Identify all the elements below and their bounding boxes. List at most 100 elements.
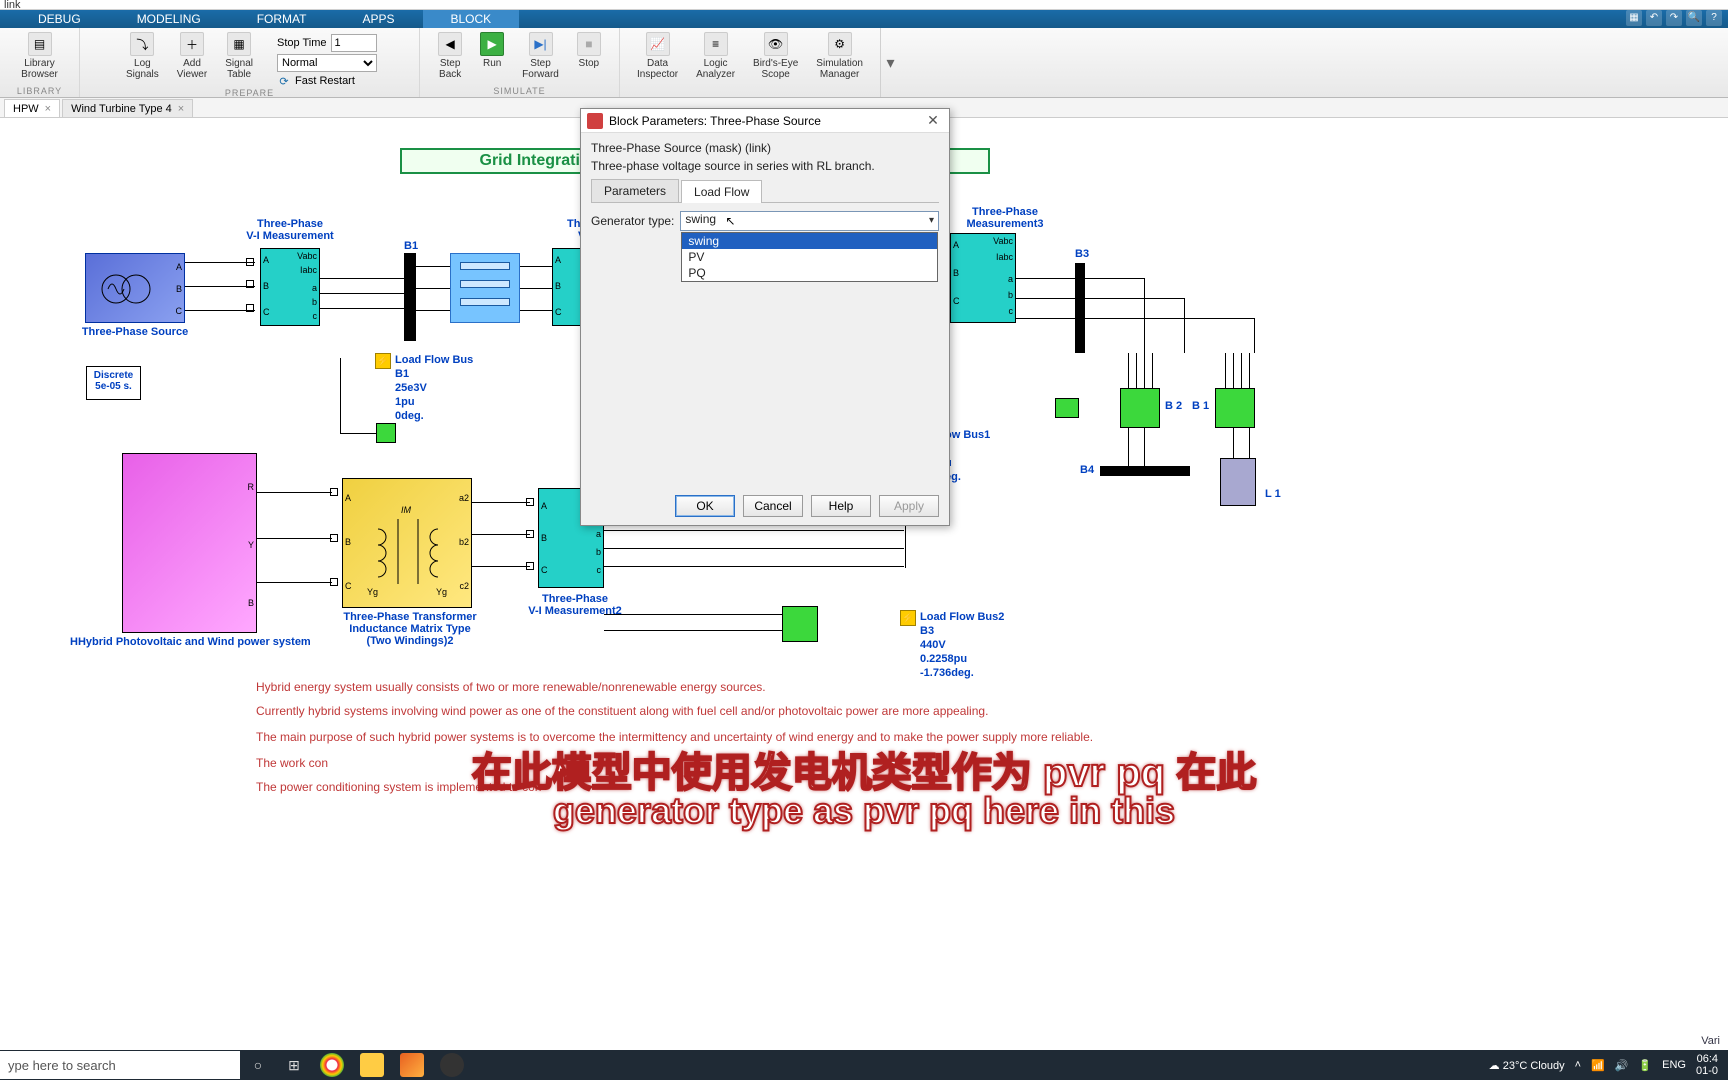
wire bbox=[185, 310, 255, 311]
battery-icon[interactable]: 🔋 bbox=[1638, 1059, 1652, 1072]
tab-modeling[interactable]: MODELING bbox=[109, 10, 229, 28]
language-indicator[interactable]: ENG bbox=[1662, 1059, 1686, 1071]
opt-pq[interactable]: PQ bbox=[682, 265, 937, 281]
toolstrip-more-button[interactable]: ▾ bbox=[880, 28, 900, 97]
apply-button[interactable]: Apply bbox=[879, 495, 939, 517]
tab-format[interactable]: FORMAT bbox=[229, 10, 335, 28]
block-parameters-dialog[interactable]: Block Parameters: Three-Phase Source ✕ T… bbox=[580, 108, 950, 526]
explorer-icon[interactable] bbox=[352, 1051, 392, 1079]
sim-manager-button[interactable]: ⚙ Simulation Manager bbox=[812, 30, 867, 82]
stop-time-input[interactable] bbox=[331, 34, 377, 52]
file-tab-wind[interactable]: Wind Turbine Type 4 × bbox=[62, 99, 193, 117]
opt-swing[interactable]: swing bbox=[682, 233, 937, 249]
step-forward-button[interactable]: ▶| Step Forward bbox=[518, 30, 563, 82]
dialog-title-text: Block Parameters: Three-Phase Source bbox=[609, 114, 821, 128]
b2-label: B 2 bbox=[1165, 400, 1182, 412]
lfb-term[interactable] bbox=[376, 423, 396, 443]
tab-debug[interactable]: DEBUG bbox=[10, 10, 109, 28]
wire bbox=[320, 293, 404, 294]
wire bbox=[1085, 298, 1185, 299]
system-tray[interactable]: ☁ 23°C Cloudy ˄ 📶 🔊 🔋 ENG 06:401-0 bbox=[1489, 1053, 1728, 1077]
step-fwd-icon: ▶| bbox=[529, 32, 553, 56]
windows-taskbar[interactable]: ype here to search ○ ⊞ ☁ 23°C Cloudy ˄ 📶… bbox=[0, 1050, 1728, 1080]
vi-meas-block[interactable]: A B C Vabc Iabc a b c bbox=[260, 248, 320, 326]
birds-eye-button[interactable]: 👁 Bird's-Eye Scope bbox=[749, 30, 802, 82]
taskview-icon[interactable]: ⊞ bbox=[276, 1051, 312, 1079]
dialog-titlebar[interactable]: Block Parameters: Three-Phase Source ✕ bbox=[581, 109, 949, 133]
taskbar-search[interactable]: ype here to search bbox=[0, 1051, 240, 1079]
bus-b4[interactable] bbox=[1100, 466, 1190, 476]
bus-b1[interactable] bbox=[404, 253, 416, 341]
wire bbox=[1152, 353, 1153, 388]
library-browser-button[interactable]: ▤ Library Browser bbox=[17, 30, 62, 82]
group-simulate-label: SIMULATE bbox=[493, 86, 545, 96]
ribbon-tabs: DEBUG MODELING FORMAT APPS BLOCK ▦ ↶ ↷ 🔍… bbox=[0, 10, 1728, 28]
hybrid-label: HHybrid Photovoltaic and Wind power syst… bbox=[70, 636, 310, 648]
lfb-icon[interactable]: ⚡ bbox=[375, 353, 391, 369]
clock[interactable]: 06:401-0 bbox=[1696, 1053, 1718, 1077]
scope-block[interactable] bbox=[782, 606, 818, 642]
volume-icon[interactable]: 🔊 bbox=[1615, 1059, 1629, 1072]
wire bbox=[604, 630, 782, 631]
ribbon-icon-undo[interactable]: ↶ bbox=[1646, 10, 1662, 26]
xfmr-block[interactable]: A B C a2 b2 c2 IM Yg Yg bbox=[342, 478, 472, 608]
ok-button[interactable]: OK bbox=[675, 495, 735, 517]
stop-button[interactable]: ■ Stop bbox=[573, 30, 605, 71]
l1-label: L 1 bbox=[1265, 488, 1281, 500]
wire bbox=[1016, 298, 1076, 299]
block-b1r[interactable] bbox=[1215, 388, 1255, 428]
obs-icon[interactable] bbox=[432, 1051, 472, 1079]
help-button[interactable]: Help bbox=[811, 495, 871, 517]
wire bbox=[1136, 353, 1137, 388]
run-button[interactable]: ▶ Run bbox=[476, 30, 508, 71]
wire bbox=[604, 548, 904, 549]
rl-block[interactable] bbox=[450, 253, 520, 323]
tab-apps[interactable]: APPS bbox=[334, 10, 422, 28]
data-inspector-button[interactable]: 📈 Data Inspector bbox=[633, 30, 682, 82]
scope-block-small[interactable] bbox=[1055, 398, 1079, 418]
sim-mode-select[interactable]: Normal bbox=[277, 54, 377, 72]
powergui-block[interactable]: Discrete 5e-05 s. bbox=[86, 366, 141, 400]
cancel-button[interactable]: Cancel bbox=[743, 495, 803, 517]
gen-type-dropdown[interactable]: swing PV PQ bbox=[681, 232, 938, 282]
wire bbox=[1184, 298, 1185, 353]
hybrid-block[interactable]: R Y B bbox=[122, 453, 257, 633]
dialog-tab-parameters[interactable]: Parameters bbox=[591, 179, 679, 202]
bus-b3[interactable] bbox=[1075, 263, 1085, 353]
file-tab-hpw[interactable]: HPW × bbox=[4, 99, 60, 117]
ribbon-icon-redo[interactable]: ↷ bbox=[1666, 10, 1682, 26]
dialog-tab-loadflow[interactable]: Load Flow bbox=[681, 180, 762, 203]
chrome-icon[interactable] bbox=[312, 1051, 352, 1079]
b4-label: B4 bbox=[1080, 464, 1094, 476]
matlab-icon[interactable] bbox=[392, 1051, 432, 1079]
ribbon-icon-help[interactable]: ? bbox=[1706, 10, 1722, 26]
ribbon-icon-1[interactable]: ▦ bbox=[1626, 10, 1642, 26]
dialog-close-button[interactable]: ✕ bbox=[923, 112, 943, 129]
birds-eye-icon: 👁 bbox=[764, 32, 788, 56]
toolstrip: ▤ Library Browser LIBRARY ⤵ Log Signals … bbox=[0, 28, 1728, 98]
load-l1-block[interactable] bbox=[1220, 458, 1256, 506]
wifi-icon[interactable]: 📶 bbox=[1591, 1059, 1605, 1072]
weather-widget[interactable]: ☁ 23°C Cloudy bbox=[1489, 1059, 1565, 1072]
gen-type-select[interactable]: swing ▾ ↖ swing PV PQ bbox=[680, 211, 939, 231]
lfb2-icon[interactable]: ⚡ bbox=[900, 610, 916, 626]
add-viewer-button[interactable]: ＋ Add Viewer bbox=[173, 30, 211, 82]
log-signals-button[interactable]: ⤵ Log Signals bbox=[122, 30, 163, 82]
block-b2[interactable] bbox=[1120, 388, 1160, 428]
step-back-button[interactable]: ◀ Step Back bbox=[434, 30, 466, 82]
opt-pv[interactable]: PV bbox=[682, 249, 937, 265]
tray-chevron-icon[interactable]: ˄ bbox=[1575, 1059, 1581, 1071]
tab-block[interactable]: BLOCK bbox=[423, 10, 520, 28]
cortana-icon[interactable]: ○ bbox=[240, 1051, 276, 1079]
gen-type-label: Generator type: bbox=[591, 214, 674, 228]
ribbon-icon-search[interactable]: 🔍 bbox=[1686, 10, 1702, 26]
close-tab-icon[interactable]: × bbox=[45, 103, 51, 115]
close-tab-icon[interactable]: × bbox=[178, 103, 184, 115]
fast-restart-label[interactable]: Fast Restart bbox=[295, 75, 355, 87]
vi-meas3-block[interactable]: A B C Vabc Iabc a b c bbox=[950, 233, 1016, 323]
signal-table-button[interactable]: ▦ Signal Table bbox=[221, 30, 257, 82]
logic-analyzer-button[interactable]: ≡ Logic Analyzer bbox=[692, 30, 739, 82]
logic-analyzer-icon: ≡ bbox=[704, 32, 728, 56]
three-phase-source-block[interactable]: A B C bbox=[85, 253, 185, 323]
dialog-mask-desc: Three-phase voltage source in series wit… bbox=[591, 159, 939, 173]
